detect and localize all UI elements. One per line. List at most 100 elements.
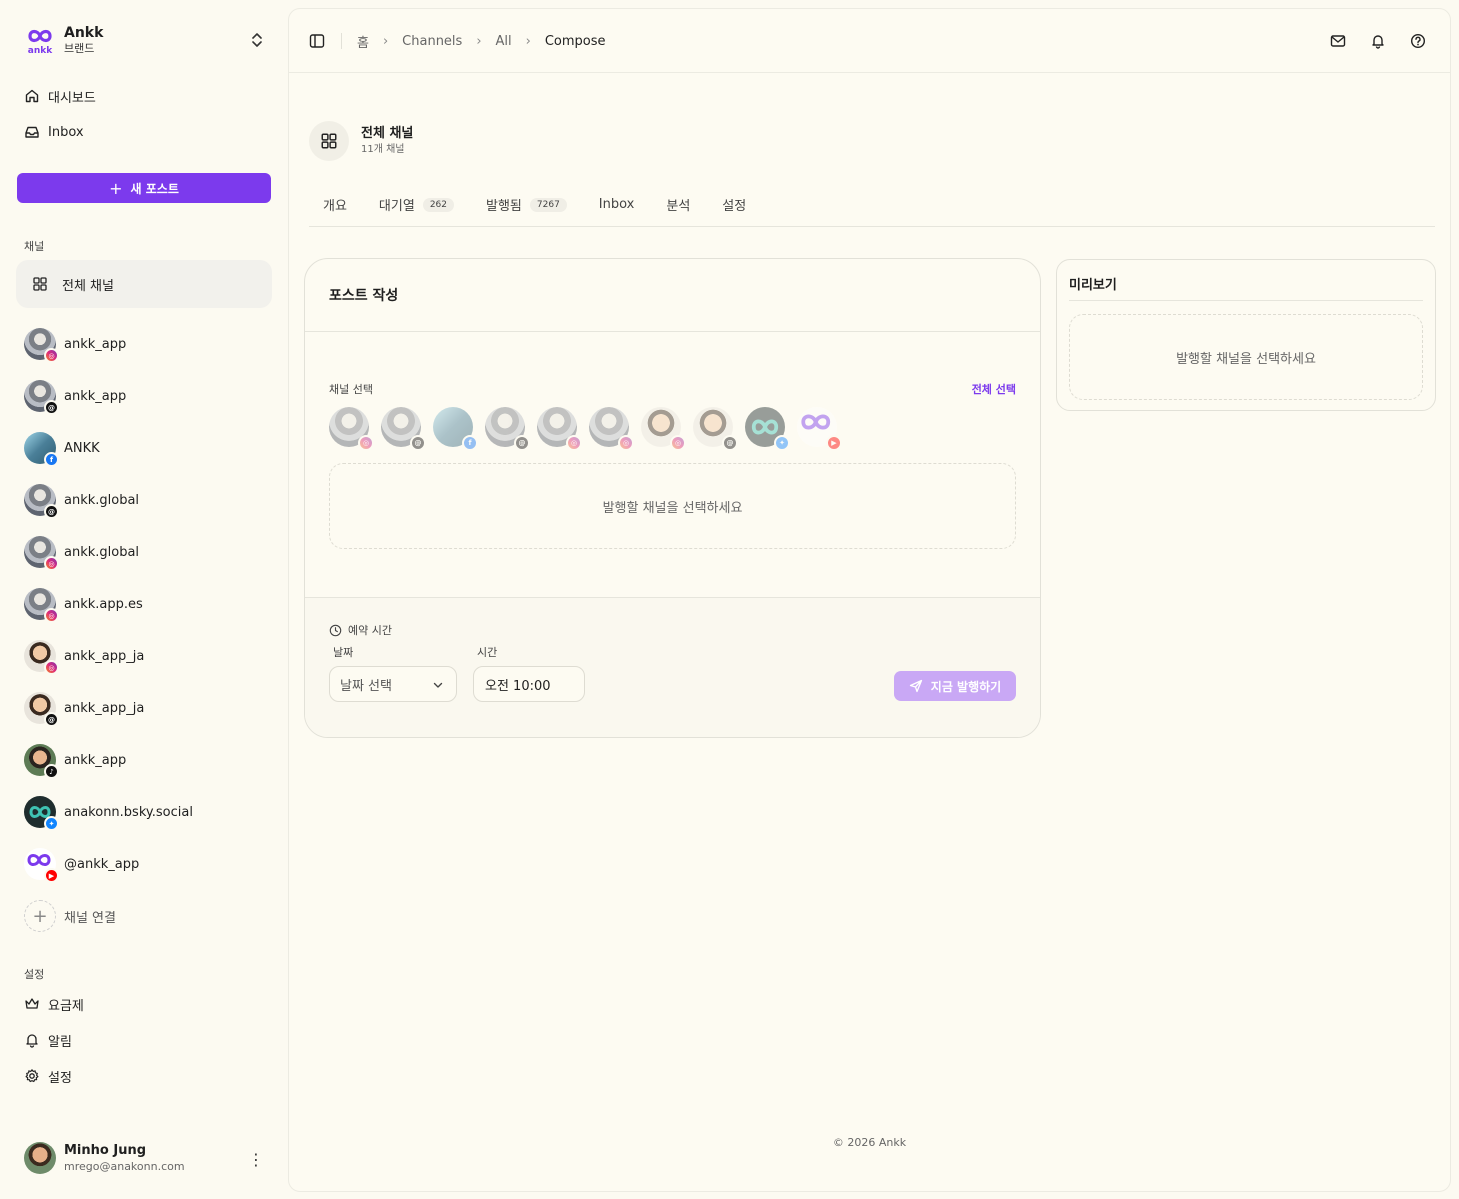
preview-panel: 미리보기 발행할 채널을 선택하세요	[1056, 259, 1436, 411]
tab-analytics[interactable]: 분석	[666, 195, 690, 214]
channel-toggle[interactable]: f	[433, 407, 478, 451]
channel-toggle[interactable]: ◎	[329, 407, 374, 451]
nav-notifications[interactable]: 알림	[24, 1028, 84, 1052]
mail-icon[interactable]	[1330, 33, 1346, 49]
channel-avatar: @	[24, 484, 59, 519]
instagram-icon: ◎	[44, 348, 59, 363]
channel-name: @ankk_app	[64, 856, 140, 872]
chevron-right-icon: ›	[476, 34, 482, 49]
tab-label: Inbox	[598, 197, 635, 212]
select-all-button[interactable]: 전체 선택	[972, 381, 1016, 397]
instagram-icon: ◎	[44, 556, 59, 571]
bell-icon[interactable]	[1370, 33, 1386, 49]
settings-nav: 요금제 알림 설정	[24, 992, 84, 1100]
tab-inbox[interactable]: Inbox	[599, 197, 635, 212]
tab-label: 설정	[722, 199, 747, 214]
channel-name: ankk_app	[64, 388, 127, 404]
channel-name: ankk.global	[64, 544, 140, 560]
channel-toggle[interactable]: ▶	[797, 407, 842, 451]
nav-settings-label: 설정	[48, 1070, 72, 1086]
sidebar-toggle-icon[interactable]	[309, 33, 325, 49]
channel-avatar: ♪	[24, 744, 59, 779]
channel-toggle[interactable]: @	[381, 407, 426, 451]
sidebar-channel-item[interactable]: ♪ ankk_app	[24, 734, 274, 786]
tab-label: 개요	[323, 199, 347, 214]
sidebar-channel-item[interactable]: @ ankk_app_ja	[24, 682, 274, 734]
divider	[309, 226, 1435, 227]
tab-queue[interactable]: 대기열 262	[379, 195, 454, 214]
channel-name: ANKK	[64, 440, 100, 456]
channel-select-label: 채널 선택	[329, 383, 373, 396]
channel-name: ankk_app	[64, 336, 127, 352]
tab-overview[interactable]: 개요	[323, 195, 347, 214]
sidebar-item-all-channels[interactable]: 전체 채널	[16, 260, 272, 308]
channel-toggle[interactable]: @	[693, 407, 738, 451]
brand-switcher[interactable]: ankk Ankk 브랜드	[24, 22, 270, 58]
tab-label: 분석	[666, 199, 691, 214]
sidebar-channel-item[interactable]: f ANKK	[24, 422, 274, 474]
preview-title: 미리보기	[1069, 278, 1117, 293]
empty-state: 발행할 채널을 선택하세요	[329, 463, 1016, 549]
breadcrumb-home[interactable]: 홈	[357, 32, 369, 51]
channel-name: anakonn.bsky.social	[64, 804, 193, 820]
channel-toggle[interactable]: ◎	[641, 407, 686, 451]
nav-settings[interactable]: 설정	[24, 1064, 84, 1088]
nav-notifications-label: 알림	[48, 1034, 72, 1050]
brand-name: Ankk	[64, 24, 104, 41]
divider	[341, 33, 342, 49]
date-select-value: 날짜 선택	[340, 678, 392, 694]
channel-avatar: ◎	[24, 536, 59, 571]
chevron-updown-icon[interactable]	[250, 31, 264, 49]
more-vertical-icon[interactable]: ⋮	[248, 1150, 264, 1169]
brand-logo: ankk	[24, 24, 56, 56]
threads-icon: @	[722, 435, 738, 451]
channel-avatar: @	[24, 692, 59, 727]
sidebar-channel-item[interactable]: @ ankk_app	[24, 370, 274, 422]
breadcrumb-current: Compose	[544, 34, 606, 49]
nav-plan[interactable]: 요금제	[24, 992, 84, 1016]
inbox-icon	[25, 126, 39, 138]
channel-toggle[interactable]: ◎	[537, 407, 582, 451]
user-profile[interactable]: Minho Jung mrego@anakonn.com ⋮	[24, 1140, 270, 1176]
chevron-down-icon	[433, 682, 443, 688]
channel-name: ankk.app.es	[64, 596, 143, 612]
date-select[interactable]: 날짜 선택	[329, 666, 457, 702]
post-composer: 포스트 작성 채널 선택 전체 선택 ◎ @ f @ ◎ ◎ ◎ @ ✦ ▶ 발…	[304, 258, 1041, 738]
nav-inbox[interactable]: Inbox	[24, 120, 96, 144]
sidebar-channel-item[interactable]: ◎ ankk.app.es	[24, 578, 274, 630]
help-icon[interactable]	[1410, 33, 1426, 49]
channel-name: ankk.global	[64, 492, 140, 508]
time-input[interactable]: 오전 10:00	[473, 666, 585, 702]
facebook-icon: f	[44, 452, 59, 467]
breadcrumb-all[interactable]: All	[496, 34, 512, 49]
channel-toggle[interactable]: ◎	[589, 407, 634, 451]
new-post-button[interactable]: + 새 포스트	[17, 173, 271, 203]
publish-now-button[interactable]: 지금 발행하기	[894, 671, 1016, 701]
sidebar-channel-item[interactable]: ◎ ankk.global	[24, 526, 274, 578]
chevron-right-icon: ›	[382, 34, 389, 49]
threads-icon: @	[44, 504, 59, 519]
channel-avatar: ✦	[24, 796, 59, 831]
nav-dashboard[interactable]: 대시보드	[24, 84, 96, 108]
sidebar-channel-item[interactable]: @ ankk.global	[24, 474, 274, 526]
sidebar-channel-item[interactable]: ▶ @ankk_app	[24, 838, 274, 890]
channels-section-label: 채널	[24, 240, 45, 253]
nav-plan-label: 요금제	[48, 998, 84, 1014]
threads-icon: @	[410, 435, 426, 451]
connect-channel-button[interactable]: + 채널 연결	[24, 890, 274, 942]
instagram-icon: ◎	[670, 435, 686, 451]
sidebar-channel-item[interactable]: ◎ ankk_app	[24, 318, 274, 370]
tab-published[interactable]: 발행됨 7267	[486, 195, 567, 214]
channel-toggle[interactable]: ✦	[745, 407, 790, 451]
sidebar-channel-item[interactable]: ◎ ankk_app_ja	[24, 630, 274, 682]
breadcrumb-channels[interactable]: Channels	[402, 34, 462, 49]
sidebar-channel-item[interactable]: ✦ anakonn.bsky.social	[24, 786, 274, 838]
channel-toggle[interactable]: @	[485, 407, 530, 451]
tab-settings[interactable]: 설정	[722, 195, 746, 214]
main-nav: 대시보드 Inbox	[24, 84, 96, 156]
channel-avatar: ◎	[24, 640, 59, 675]
threads-icon: @	[44, 400, 59, 415]
instagram-icon: ◎	[44, 608, 59, 623]
footer-copyright: © 2026 Ankk	[832, 1136, 907, 1149]
threads-icon: @	[44, 712, 59, 727]
